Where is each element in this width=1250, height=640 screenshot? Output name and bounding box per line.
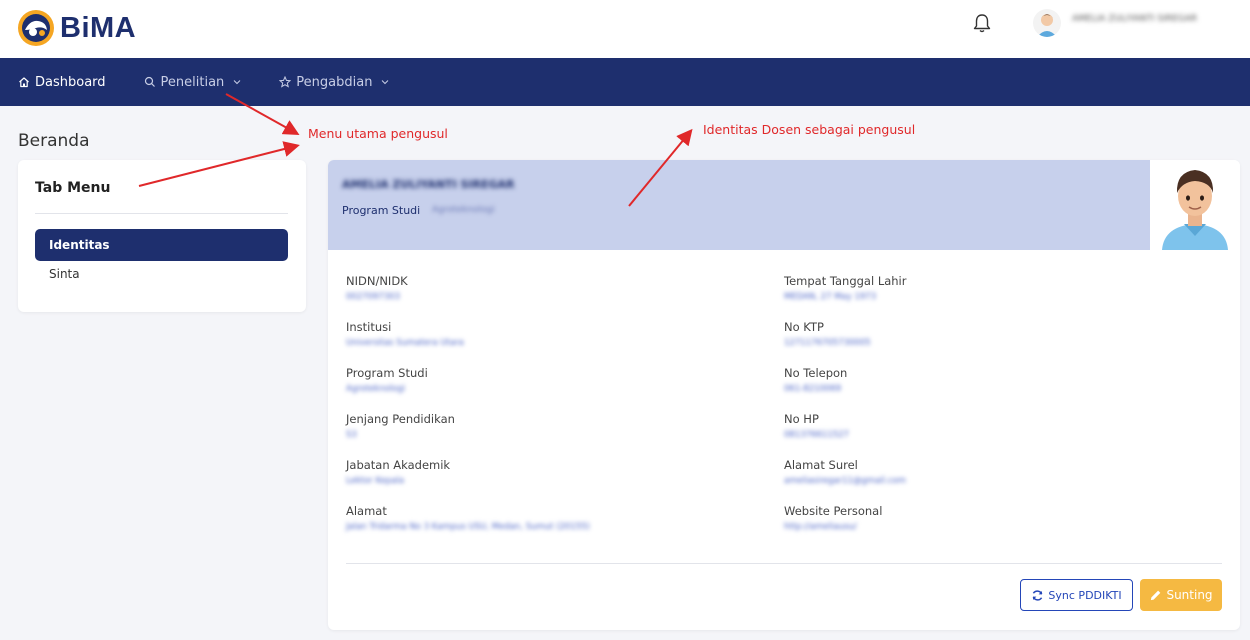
prodi-label: Program Studi [342,204,421,217]
field-nidn: NIDN/NIDK 0027097303 [346,274,408,302]
field-value: Agroteknologi [346,384,406,394]
field-alamat: Alamat Jalan Tridarma No 3 Kampus USU, M… [346,504,590,532]
field-label: Website Personal [784,504,883,518]
nav-penelitian-label: Penelitian [160,74,225,90]
field-value: Universitas Sumatera Utara [346,338,464,348]
sync-pddikti-button[interactable]: Sync PDDIKTI [1020,579,1133,611]
field-jenjang-pendidikan: Jenjang Pendidikan S3 [346,412,455,440]
profile-avatar-icon [1162,170,1228,250]
user-avatar-icon [1037,14,1057,37]
main-navbar: Dashboard Penelitian Pengabdian [0,58,1250,106]
identity-card: AMELIA ZULIYANTI SIREGAR Program Studi A… [328,160,1240,630]
tab-menu-card: Tab Menu Identitas Sinta [18,160,306,312]
nav-dashboard-label: Dashboard [35,74,106,90]
logo-text: BiMA [60,11,137,44]
field-label: Jenjang Pendidikan [346,412,455,426]
refresh-icon [1033,589,1043,601]
field-value: S3 [346,430,357,440]
chevron-down-icon [233,80,241,85]
field-value: 1271176705730005 [784,338,871,348]
home-icon [19,77,29,88]
field-label: Alamat Surel [784,458,858,472]
divider [35,213,288,214]
field-website-personal: Website Personal http://ameliausu/ [784,504,882,532]
lecturer-name: AMELIA ZULIYANTI SIREGAR [342,178,515,191]
field-label: Program Studi [346,366,428,380]
user-name[interactable]: AMELIA ZULIYANTI SIREGAR [1072,14,1197,24]
field-value: Jalan Tridarma No 3 Kampus USU, Medan, S… [346,522,590,532]
field-label: No KTP [784,320,824,334]
field-label: Alamat [346,504,387,518]
field-label: Institusi [346,320,392,334]
top-header: BiMA AMELIA ZULIYANTI SIREGAR [0,0,1250,58]
annotation-identity-note: Identitas Dosen sebagai pengusul [703,122,916,137]
field-no-telepon: No Telepon 061-8210069 [784,366,847,394]
field-value: 0027097303 [346,292,401,302]
field-value: Lektor Kepala [346,476,405,486]
tab-menu-title: Tab Menu [35,180,111,196]
field-label: NIDN/NIDK [346,274,408,288]
field-no-hp: No HP 081376611527 [784,412,849,440]
field-value: 061-8210069 [784,384,842,394]
nav-penelitian[interactable]: Penelitian [144,75,242,90]
star-icon [279,76,292,88]
app-logo[interactable]: BiMA [16,8,136,48]
field-label: Tempat Tanggal Lahir [784,274,907,288]
tab-identitas[interactable]: Identitas [35,229,288,261]
field-program-studi: Program Studi Agroteknologi [346,366,428,394]
prodi-value: Agroteknologi [432,205,495,215]
edit-button[interactable]: Sunting [1140,579,1222,611]
nav-pengabdian-label: Pengabdian [296,74,373,90]
field-label: Jabatan Akademik [346,458,451,472]
field-value: MEDAN, 27 May 1973 [784,292,877,302]
tab-sinta[interactable]: Sinta [35,262,288,286]
chevron-down-icon [382,80,389,85]
nav-pengabdian[interactable]: Pengabdian [279,75,389,90]
search-icon [144,76,155,87]
field-no-ktp: No KTP 1271176705730005 [784,320,871,348]
pencil-icon [1151,590,1161,600]
user-avatar[interactable] [1033,9,1061,37]
annotation-menu-note: Menu utama pengusul [308,126,448,141]
field-institusi: Institusi Universitas Sumatera Utara [346,320,464,348]
field-label: No Telepon [784,366,848,380]
notification-bell-icon[interactable] [972,12,992,34]
divider [346,563,1222,564]
field-tempat-tanggal-lahir: Tempat Tanggal Lahir MEDAN, 27 May 1973 [784,274,906,302]
nav-dashboard[interactable]: Dashboard [18,75,106,90]
field-label: No HP [784,412,819,426]
lecturer-photo [1150,160,1240,250]
edit-label: Sunting [1166,588,1213,602]
bima-logo-icon [18,10,54,46]
field-value: http://ameliausu/ [784,522,857,532]
field-jabatan-akademik: Jabatan Akademik Lektor Kepala [346,458,450,486]
page-title: Beranda [18,131,90,151]
sync-pddikti-label: Sync PDDIKTI [1048,588,1122,602]
field-value: 081376611527 [784,430,849,440]
identity-banner: AMELIA ZULIYANTI SIREGAR Program Studi A… [328,160,1150,250]
field-value: ameliasiregar11@gmail.com [784,476,906,486]
field-alamat-surel: Alamat Surel ameliasiregar11@gmail.com [784,458,906,486]
